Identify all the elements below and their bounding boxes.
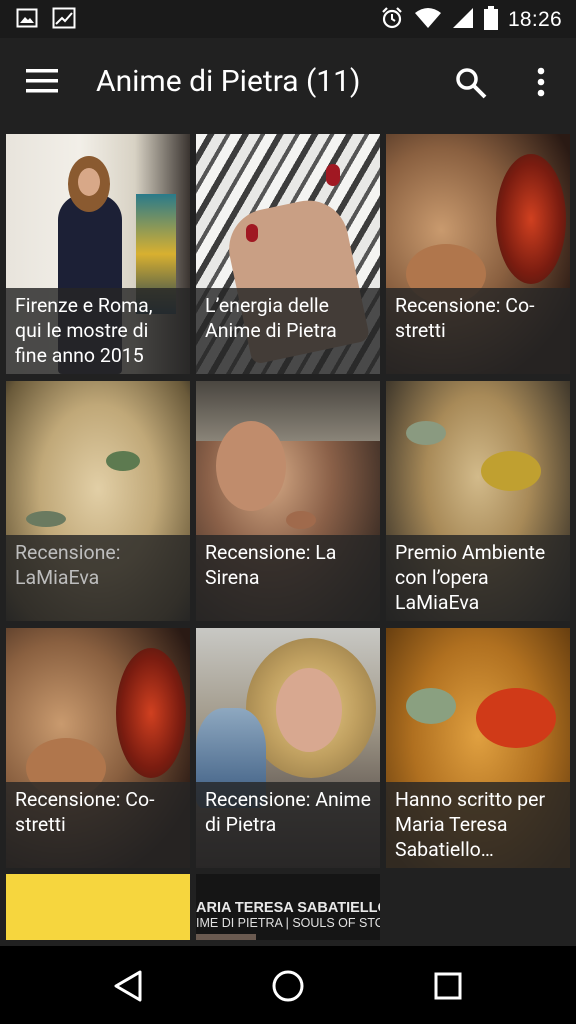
article-caption: Recensione: Anime di Pietra	[196, 782, 380, 868]
search-icon	[456, 68, 487, 99]
article-tile-5[interactable]: Recensione: La Sirena	[196, 381, 380, 621]
article-caption: L’energia delle Anime di Pietra	[196, 288, 380, 374]
overflow-menu-button[interactable]	[526, 66, 556, 106]
menu-button[interactable]	[24, 66, 64, 102]
thumbnail-subheading: IME DI PIETRA | SOULS OF STON	[196, 916, 380, 930]
article-caption: Recensione: Co-stretti	[386, 288, 570, 374]
article-tile-3[interactable]: Recensione: Co-stretti	[386, 134, 570, 374]
alarm-icon	[380, 6, 404, 34]
article-tile-1[interactable]: Firenze e Roma, qui le mostre di fine an…	[6, 134, 190, 374]
navigation-bar	[0, 946, 576, 1024]
article-tile-11[interactable]: ARIA TERESA SABATIELLO IME DI PIETRA | S…	[196, 874, 380, 940]
page-title: Anime di Pietra (11)	[96, 64, 361, 99]
back-button[interactable]	[110, 968, 146, 1004]
hamburger-menu-icon	[26, 69, 58, 93]
thumbnail-heading: ARIA TERESA SABATIELLO	[196, 900, 380, 916]
article-tile-10[interactable]	[6, 874, 190, 940]
more-vert-icon	[537, 67, 545, 97]
article-tile-9[interactable]: Hanno scritto per Maria Teresa Sabatiell…	[386, 628, 570, 868]
article-caption: Recensione: La Sirena	[196, 535, 380, 621]
article-caption: Hanno scritto per Maria Teresa Sabatiell…	[386, 782, 570, 868]
recents-square-icon	[434, 972, 462, 1000]
article-grid: Firenze e Roma, qui le mostre di fine an…	[6, 134, 572, 868]
article-tile-8[interactable]: Recensione: Anime di Pietra	[196, 628, 380, 868]
search-button[interactable]	[454, 66, 494, 106]
article-tile-6[interactable]: Premio Ambiente con l’opera LaMiaEva	[386, 381, 570, 621]
article-tile-7[interactable]: Recensione: Co-stretti	[6, 628, 190, 868]
back-triangle-icon	[114, 970, 142, 1002]
status-bar: 18:26	[0, 0, 576, 38]
article-caption: Recensione: LaMiaEva	[6, 535, 190, 621]
home-circle-icon	[272, 970, 304, 1002]
article-caption: Premio Ambiente con l’opera LaMiaEva	[386, 535, 570, 621]
image-icon	[16, 7, 38, 33]
article-caption: Recensione: Co-stretti	[6, 782, 190, 868]
article-caption: Firenze e Roma, qui le mostre di fine an…	[6, 288, 190, 374]
image-alt-icon	[52, 7, 76, 33]
recents-button[interactable]	[430, 968, 466, 1004]
home-button[interactable]	[270, 968, 306, 1004]
clock-time: 18:26	[507, 8, 562, 31]
wifi-icon	[414, 7, 442, 33]
app-toolbar: Anime di Pietra (11)	[0, 38, 576, 130]
article-tile-2[interactable]: L’energia delle Anime di Pietra	[196, 134, 380, 374]
article-tile-4[interactable]: Recensione: LaMiaEva	[6, 381, 190, 621]
battery-icon	[483, 6, 498, 34]
signal-icon	[452, 7, 474, 33]
